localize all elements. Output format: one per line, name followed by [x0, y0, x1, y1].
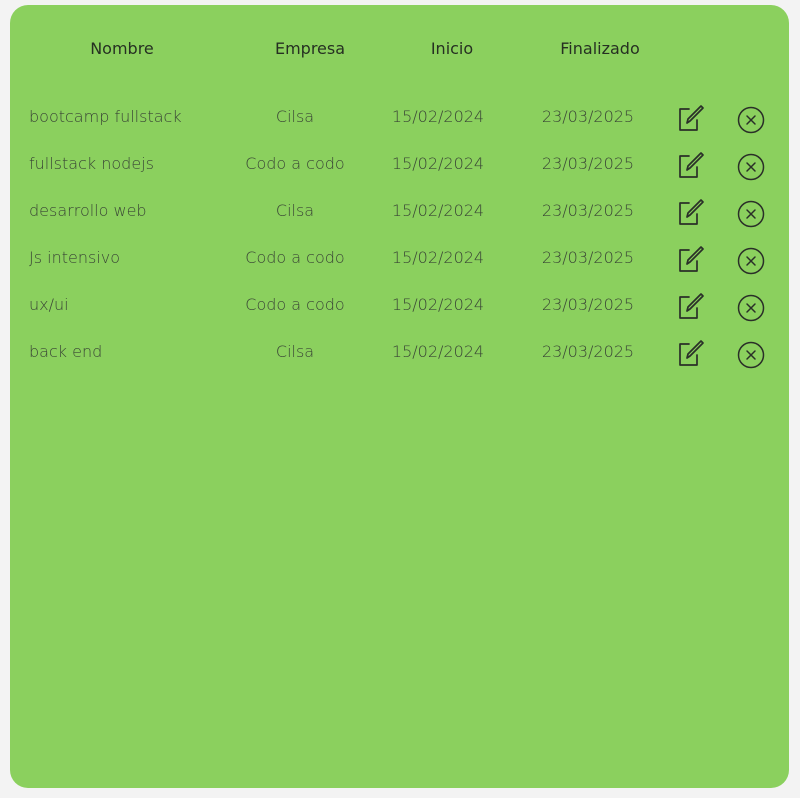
cell-inicio: 15/02/2024 [391, 248, 485, 267]
cell-empresa: Codo a codo [245, 154, 345, 173]
close-circle-icon [737, 153, 765, 181]
edit-icon [679, 340, 704, 366]
close-circle-icon [737, 200, 765, 228]
delete-button[interactable] [736, 199, 766, 229]
cell-finalizado: 23/03/2025 [541, 342, 635, 361]
table-row: fullstack nodejs Codo a codo 15/02/2024 … [10, 148, 789, 195]
table-row: Js intensivo Codo a codo 15/02/2024 23/0… [10, 242, 789, 289]
edit-button[interactable] [675, 103, 705, 133]
delete-button[interactable] [736, 340, 766, 370]
table-header: Nombre Empresa Inicio Finalizado [10, 5, 789, 95]
cell-empresa: Codo a codo [245, 248, 345, 267]
table-row: ux/ui Codo a codo 15/02/2024 23/03/2025 [10, 289, 789, 336]
edit-icon [679, 199, 704, 225]
cell-inicio: 15/02/2024 [391, 154, 485, 173]
cell-inicio: 15/02/2024 [391, 107, 485, 126]
courses-panel: Nombre Empresa Inicio Finalizado bootcam… [10, 5, 789, 788]
edit-button[interactable] [675, 291, 705, 321]
edit-icon [679, 105, 704, 131]
close-circle-icon [737, 294, 765, 322]
cell-finalizado: 23/03/2025 [541, 107, 635, 126]
delete-button[interactable] [736, 246, 766, 276]
header-empresa: Empresa [274, 39, 346, 58]
cell-nombre: Js intensivo [29, 248, 121, 267]
table-row: bootcamp fullstack Cilsa 15/02/2024 23/0… [10, 101, 789, 148]
cell-nombre: fullstack nodejs [29, 154, 154, 173]
close-circle-icon [737, 106, 765, 134]
header-nombre: Nombre [90, 39, 154, 58]
delete-button[interactable] [736, 152, 766, 182]
edit-button[interactable] [675, 197, 705, 227]
delete-button[interactable] [736, 105, 766, 135]
cell-inicio: 15/02/2024 [391, 342, 485, 361]
edit-button[interactable] [675, 244, 705, 274]
cell-inicio: 15/02/2024 [391, 295, 485, 314]
cell-finalizado: 23/03/2025 [541, 248, 635, 267]
table-row: desarrollo web Cilsa 15/02/2024 23/03/20… [10, 195, 789, 242]
close-circle-icon [737, 341, 765, 369]
cell-finalizado: 23/03/2025 [541, 154, 635, 173]
header-finalizado: Finalizado [560, 39, 640, 58]
cell-empresa: Cilsa [275, 342, 315, 361]
edit-icon [679, 152, 704, 178]
edit-icon [679, 293, 704, 319]
cell-empresa: Codo a codo [245, 295, 345, 314]
cell-inicio: 15/02/2024 [391, 201, 485, 220]
edit-button[interactable] [675, 338, 705, 368]
cell-nombre: bootcamp fullstack [29, 107, 182, 126]
table-row: back end Cilsa 15/02/2024 23/03/2025 [10, 336, 789, 383]
cell-nombre: back end [29, 342, 103, 361]
header-inicio: Inicio [430, 39, 474, 58]
delete-button[interactable] [736, 293, 766, 323]
edit-button[interactable] [675, 150, 705, 180]
cell-finalizado: 23/03/2025 [541, 201, 635, 220]
edit-icon [679, 246, 704, 272]
cell-empresa: Cilsa [275, 107, 315, 126]
close-circle-icon [737, 247, 765, 275]
cell-finalizado: 23/03/2025 [541, 295, 635, 314]
cell-nombre: ux/ui [29, 295, 69, 314]
cell-nombre: desarrollo web [29, 201, 147, 220]
cell-empresa: Cilsa [275, 201, 315, 220]
